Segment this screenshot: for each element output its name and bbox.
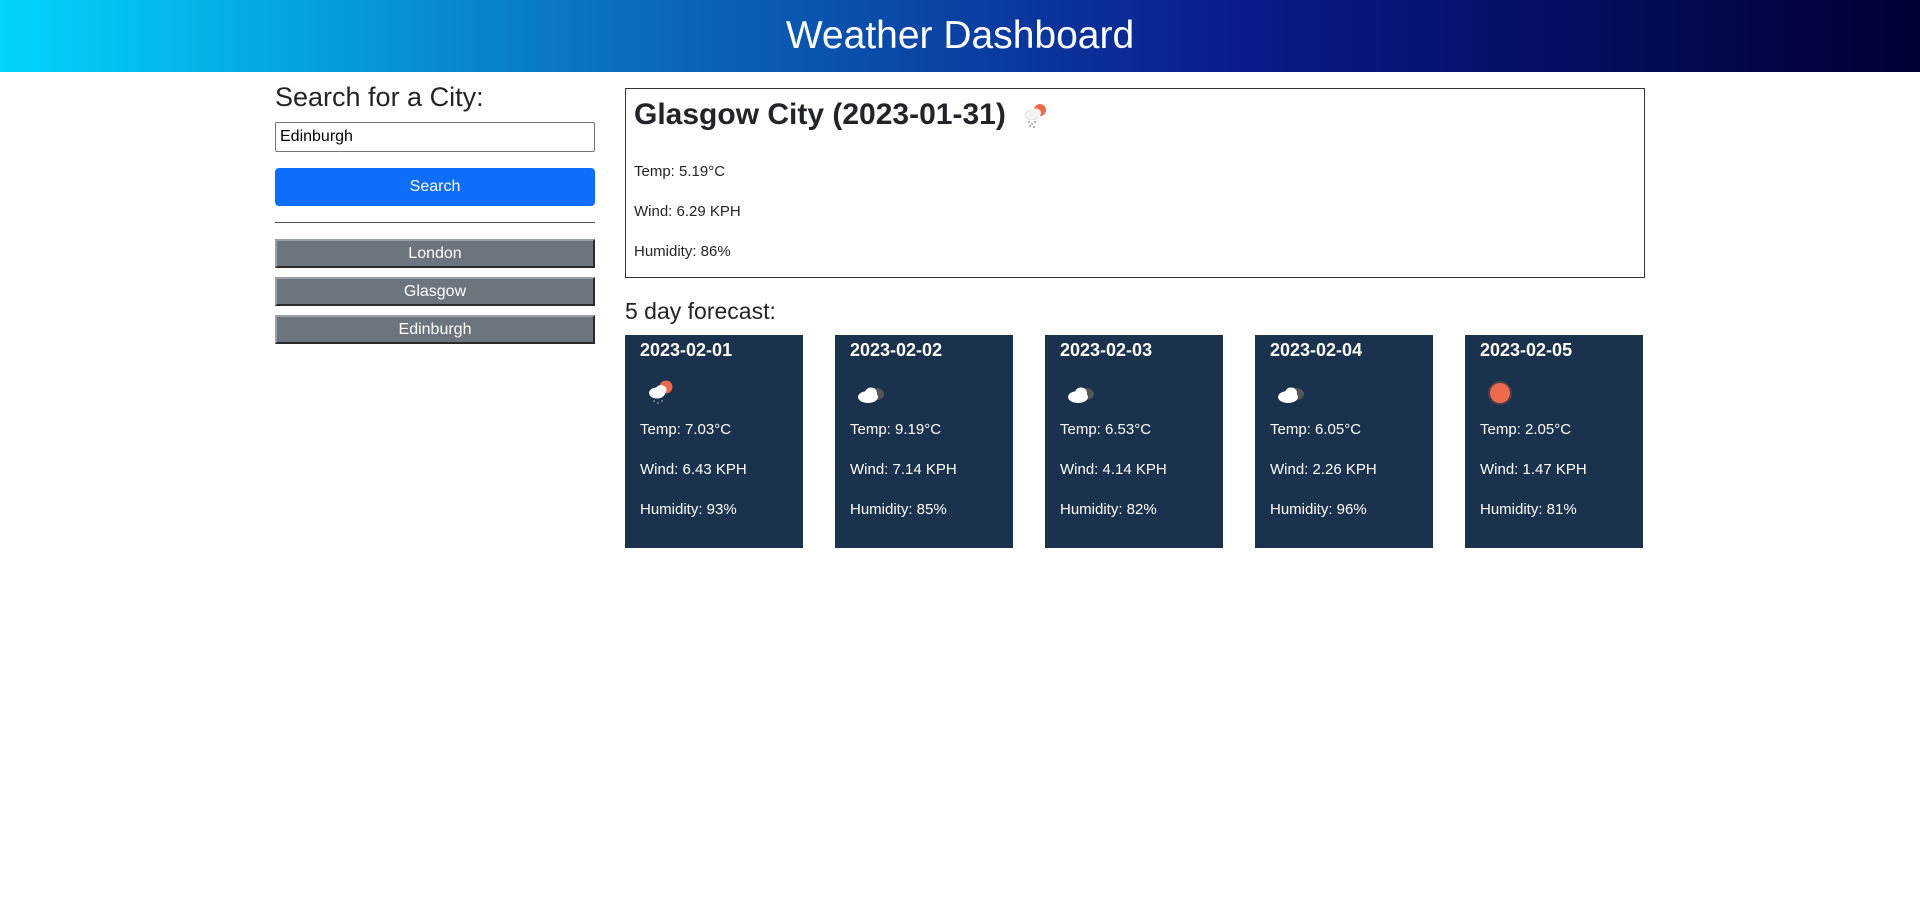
forecast-card: 2023-02-04 Temp: 6.05°C Wind: 2.26 KPH H… <box>1255 335 1433 548</box>
current-weather-header: Glasgow City (2023-01-31) <box>634 95 1636 135</box>
search-button[interactable]: Search <box>275 168 595 206</box>
forecast-heading: 5 day forecast: <box>625 298 776 324</box>
sun-cloud-rain-icon <box>640 372 680 412</box>
forecast-card: 2023-02-05 Temp: 2.05°C Wind: 1.47 KPH H… <box>1465 335 1643 548</box>
forecast-date: 2023-02-04 <box>1270 340 1363 360</box>
page-header: Weather Dashboard <box>0 0 1920 72</box>
forecast-date: 2023-02-05 <box>1480 340 1573 360</box>
forecast-wind: Wind: 2.26 KPH <box>1270 461 1377 478</box>
forecast-temp: Temp: 6.53°C <box>1060 421 1152 438</box>
search-heading: Search for a City: <box>275 82 484 112</box>
forecast-wind: Wind: 1.47 KPH <box>1480 461 1587 478</box>
divider <box>275 222 595 223</box>
forecast-temp: Temp: 9.19°C <box>850 421 942 438</box>
forecast-humidity: Humidity: 96% <box>1270 501 1367 518</box>
cloud-icon <box>1270 372 1310 412</box>
page-title: Weather Dashboard <box>785 14 1135 57</box>
forecast-wind: Wind: 4.14 KPH <box>1060 461 1167 478</box>
sun-icon <box>1480 372 1520 412</box>
forecast-card: 2023-02-02 Temp: 9.19°C Wind: 7.14 KPH H… <box>835 335 1013 548</box>
search-sidebar: Search for a City: Search London Glasgow… <box>275 78 595 353</box>
search-history: London Glasgow Edinburgh <box>275 239 595 344</box>
current-wind: Wind: 6.29 KPH <box>634 203 741 220</box>
forecast-card: 2023-02-03 Temp: 6.53°C Wind: 4.14 KPH H… <box>1045 335 1223 548</box>
forecast-card: 2023-02-01 Temp: 7.03°C Wind: 6.43 KPH H… <box>625 335 803 548</box>
forecast-humidity: Humidity: 85% <box>850 501 947 518</box>
forecast-cards: 2023-02-01 Temp: 7.03°C Wind: 6.43 KPH H… <box>625 335 1645 548</box>
forecast-humidity: Humidity: 93% <box>640 501 737 518</box>
forecast-date: 2023-02-02 <box>850 340 943 360</box>
current-city-title: Glasgow City (2023-01-31) <box>634 98 1006 131</box>
forecast-temp: Temp: 2.05°C <box>1480 421 1572 438</box>
weather-content: Glasgow City (2023-01-31) Temp: 5.19°C W… <box>625 88 1645 548</box>
current-weather-card: Glasgow City (2023-01-31) Temp: 5.19°C W… <box>625 88 1645 278</box>
history-button-london[interactable]: London <box>275 239 595 268</box>
forecast-temp: Temp: 6.05°C <box>1270 421 1362 438</box>
current-humidity: Humidity: 86% <box>634 243 731 260</box>
forecast-date: 2023-02-01 <box>640 340 733 360</box>
forecast-humidity: Humidity: 81% <box>1480 501 1577 518</box>
forecast-temp: Temp: 7.03°C <box>640 421 732 438</box>
city-search-input[interactable] <box>275 122 595 152</box>
cloud-icon <box>1060 372 1100 412</box>
sun-cloud-rain-icon <box>1020 98 1054 132</box>
forecast-wind: Wind: 7.14 KPH <box>850 461 957 478</box>
history-button-glasgow[interactable]: Glasgow <box>275 277 595 306</box>
forecast-date: 2023-02-03 <box>1060 340 1153 360</box>
history-button-edinburgh[interactable]: Edinburgh <box>275 315 595 344</box>
cloud-icon <box>850 372 890 412</box>
forecast-humidity: Humidity: 82% <box>1060 501 1157 518</box>
current-temp: Temp: 5.19°C <box>634 163 726 180</box>
main-area: Search for a City: Search London Glasgow… <box>0 72 1920 899</box>
forecast-wind: Wind: 6.43 KPH <box>640 461 747 478</box>
